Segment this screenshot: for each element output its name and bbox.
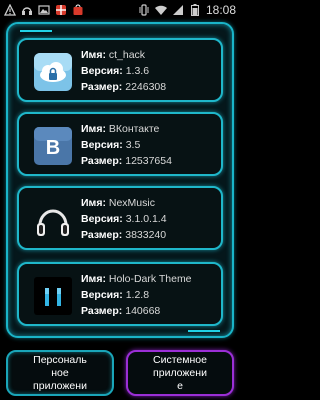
button-label: Системное [153, 353, 207, 366]
wifi-icon [154, 4, 167, 16]
status-bar: 18:08 [0, 0, 240, 20]
version-label: Версия: [81, 65, 123, 77]
button-label: Персональ [33, 353, 87, 366]
battery-icon [189, 4, 201, 16]
app-info: Имя: NexMusic Версия: 3.1.0.1.4 Размер: … [81, 195, 167, 243]
app-card-vkontakte[interactable]: B Имя: ВКонтакте Версия: 3.5 Размер: 125… [17, 112, 223, 176]
app-version: 1.2.8 [125, 289, 150, 301]
gift-icon [55, 4, 67, 16]
app-card-nexmusic[interactable]: Имя: NexMusic Версия: 3.1.0.1.4 Размер: … [17, 186, 223, 250]
system-apps-button[interactable]: Системное приложени е [126, 350, 234, 396]
app-size: 2246308 [125, 81, 167, 93]
vk-icon: B [33, 126, 73, 166]
frame-accent [188, 330, 220, 332]
clock: 18:08 [205, 3, 236, 17]
app-version: 3.5 [125, 139, 141, 151]
app-info: Имя: ct_hack Версия: 1.3.6 Размер: 22463… [81, 47, 166, 95]
app-name: NexMusic [108, 197, 155, 209]
holo-theme-icon [33, 276, 73, 316]
warning-icon [4, 4, 16, 16]
bag-icon [72, 4, 84, 16]
image-icon [38, 4, 50, 16]
name-label: Имя: [81, 49, 106, 61]
app-name: ВКонтакте [108, 123, 160, 135]
name-label: Имя: [81, 197, 106, 209]
app-version: 1.3.6 [125, 65, 150, 77]
app-size: 12537654 [125, 155, 172, 167]
button-label: приложени [153, 366, 207, 379]
size-label: Размер: [81, 155, 123, 167]
app-card-ct-hack[interactable]: Имя: ct_hack Версия: 1.3.6 Размер: 22463… [17, 38, 223, 102]
app-name: ct_hack [108, 49, 146, 61]
app-size: 140668 [125, 305, 161, 317]
button-label: ное [51, 366, 69, 379]
personal-apps-button[interactable]: Персональ ное приложени [6, 350, 114, 396]
vibrate-icon [138, 4, 150, 16]
app-size: 3833240 [125, 229, 167, 241]
frame-accent [20, 30, 52, 32]
headphones-icon [21, 4, 33, 16]
size-label: Размер: [81, 81, 123, 93]
app-info: Имя: Holo-Dark Theme Версия: 1.2.8 Разме… [81, 271, 192, 319]
app-card-holo-dark-theme[interactable]: Имя: Holo-Dark Theme Версия: 1.2.8 Разме… [17, 262, 223, 326]
version-label: Версия: [81, 139, 123, 151]
app-info: Имя: ВКонтакте Версия: 3.5 Размер: 12537… [81, 121, 172, 169]
size-label: Размер: [81, 305, 123, 317]
size-label: Размер: [81, 229, 123, 241]
signal-icon [172, 4, 184, 16]
button-label: е [177, 379, 183, 392]
button-label: приложени [33, 379, 87, 392]
svg-text:B: B [46, 137, 60, 159]
name-label: Имя: [81, 123, 106, 135]
headphones-icon [33, 200, 73, 240]
version-label: Версия: [81, 289, 123, 301]
name-label: Имя: [81, 273, 106, 285]
app-version: 3.1.0.1.4 [125, 213, 167, 225]
cloud-lock-icon [33, 52, 73, 92]
version-label: Версия: [81, 213, 123, 225]
app-name: Holo-Dark Theme [108, 273, 192, 285]
